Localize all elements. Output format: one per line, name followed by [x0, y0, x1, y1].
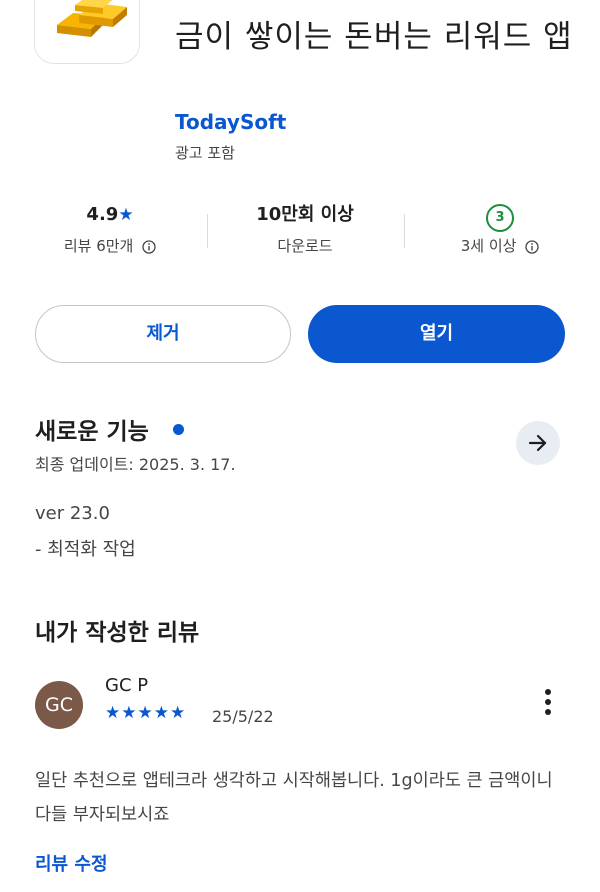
arrow-right-icon [528, 434, 547, 452]
review-stars: ★★★★★ [105, 703, 187, 723]
last-updated-date: 최종 업데이트: 2025. 3. 17. [35, 455, 236, 474]
remove-button[interactable]: 제거 [35, 305, 291, 363]
review-author: GC P [105, 675, 149, 696]
developer-link[interactable]: TodaySoft [175, 110, 286, 134]
stat-divider [207, 214, 208, 248]
star-icon: ★ [118, 205, 134, 225]
reviews-count-label: 리뷰 6만개 [63, 237, 134, 255]
downloads-stat: 10만회 이상 다운로드 [215, 200, 395, 262]
app-icon [34, 0, 140, 64]
age-rating-label: 3세 이상 [460, 237, 517, 255]
my-review-heading: 내가 작성한 리뷰 [35, 620, 200, 646]
stat-divider [404, 214, 405, 248]
whats-new-title: 새로운 기능 [35, 419, 149, 445]
stats-row: 4.9★ 리뷰 6만개 10만회 이상 다운로드 3 3세 이상 [0, 200, 600, 270]
review-text: 일단 추천으로 앱테크라 생각하고 시작해봅니다. 1g이라도 큰 금액이니 다… [35, 771, 553, 825]
new-indicator-dot [173, 424, 184, 435]
open-button[interactable]: 열기 [308, 305, 565, 363]
downloads-label: 다운로드 [277, 237, 333, 255]
edit-review-link[interactable]: 리뷰 수정 [35, 850, 108, 876]
ads-label: 광고 포함 [175, 144, 235, 162]
rating-stat[interactable]: 4.9★ 리뷰 6만개 [30, 200, 190, 262]
info-icon [142, 239, 156, 254]
downloads-value: 10만회 이상 [256, 204, 354, 225]
version-text: ver 23.0 [35, 503, 110, 524]
app-title: 금이 쌓이는 돈버는 리워드 앱 [175, 19, 573, 55]
age-rating-badge: 3 [486, 204, 514, 232]
rating-value: 4.9 [86, 204, 119, 225]
whats-new-arrow-button[interactable] [516, 421, 560, 465]
release-notes: - 최적화 작업 [35, 539, 136, 560]
avatar: GC [35, 681, 83, 729]
review-date: 25/5/22 [212, 707, 274, 726]
more-options-icon[interactable] [537, 686, 559, 722]
gold-bars-icon [57, 0, 127, 37]
info-icon [525, 239, 539, 254]
age-rating-stat[interactable]: 3 3세 이상 [420, 200, 580, 262]
